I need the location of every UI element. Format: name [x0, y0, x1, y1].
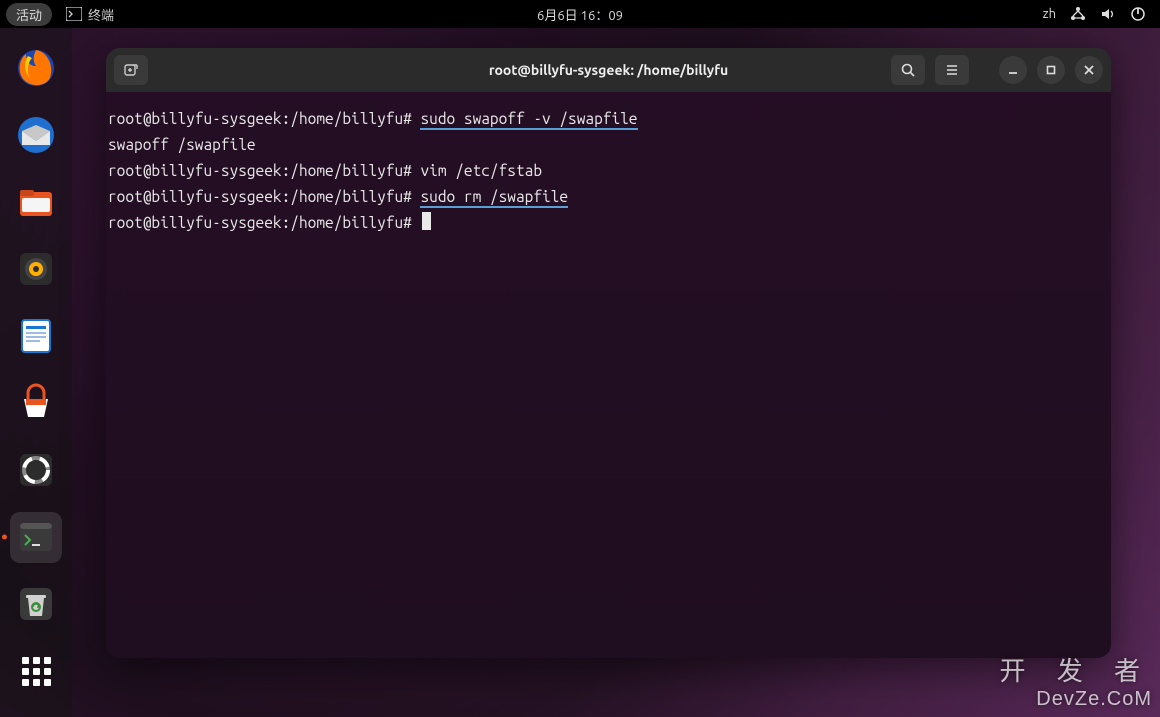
menu-button[interactable] [935, 55, 969, 85]
dock-thunderbird[interactable] [10, 109, 62, 160]
app-menu-label: 终端 [88, 5, 114, 24]
show-applications[interactable] [10, 646, 62, 697]
terminal-line: root@billyfu-sysgeek:/home/billyfu# vim … [106, 158, 1111, 184]
terminal-window: root@billyfu-sysgeek: /home/billyfu root… [106, 48, 1111, 658]
dock-help[interactable] [10, 445, 62, 496]
terminal-body[interactable]: root@billyfu-sysgeek:/home/billyfu# sudo… [106, 92, 1111, 658]
input-method-indicator[interactable]: zh [1043, 7, 1056, 21]
activities-button[interactable]: 活动 [6, 3, 52, 26]
terminal-line: swapoff /swapfile [106, 132, 1111, 158]
dock-firefox[interactable] [10, 42, 62, 93]
dock-terminal[interactable] [10, 512, 62, 563]
clock[interactable]: 6月6日 16：09 [537, 5, 623, 24]
watermark: 开 发 者 DevZe.CoM [1000, 651, 1152, 711]
maximize-button[interactable] [1037, 56, 1065, 84]
dock-files[interactable] [10, 176, 62, 227]
dock [0, 28, 72, 717]
search-button[interactable] [891, 55, 925, 85]
dock-trash[interactable] [10, 579, 62, 630]
watermark-line1: 开 发 者 [1000, 651, 1152, 688]
dock-rhythmbox[interactable] [10, 243, 62, 294]
terminal-line: root@billyfu-sysgeek:/home/billyfu# sudo… [106, 106, 1111, 132]
power-icon[interactable] [1130, 6, 1146, 22]
network-icon[interactable] [1070, 6, 1086, 22]
top-bar: 活动 终端 6月6日 16：09 zh [0, 0, 1160, 28]
new-tab-button[interactable] [114, 55, 148, 85]
volume-icon[interactable] [1100, 6, 1116, 22]
app-menu[interactable]: 终端 [66, 5, 114, 24]
terminal-titlebar[interactable]: root@billyfu-sysgeek: /home/billyfu [106, 48, 1111, 92]
dock-software[interactable] [10, 377, 62, 428]
terminal-icon [66, 7, 82, 21]
terminal-line: root@billyfu-sysgeek:/home/billyfu# sudo… [106, 184, 1111, 210]
terminal-line: root@billyfu-sysgeek:/home/billyfu# [106, 210, 1111, 236]
dock-libreoffice-writer[interactable] [10, 310, 62, 361]
apps-grid-icon [22, 657, 51, 686]
close-button[interactable] [1075, 56, 1103, 84]
cursor [422, 212, 431, 230]
watermark-line2: DevZe.CoM [1000, 688, 1152, 711]
terminal-title: root@billyfu-sysgeek: /home/billyfu [489, 62, 728, 78]
status-area[interactable]: zh [1043, 6, 1160, 22]
minimize-button[interactable] [999, 56, 1027, 84]
